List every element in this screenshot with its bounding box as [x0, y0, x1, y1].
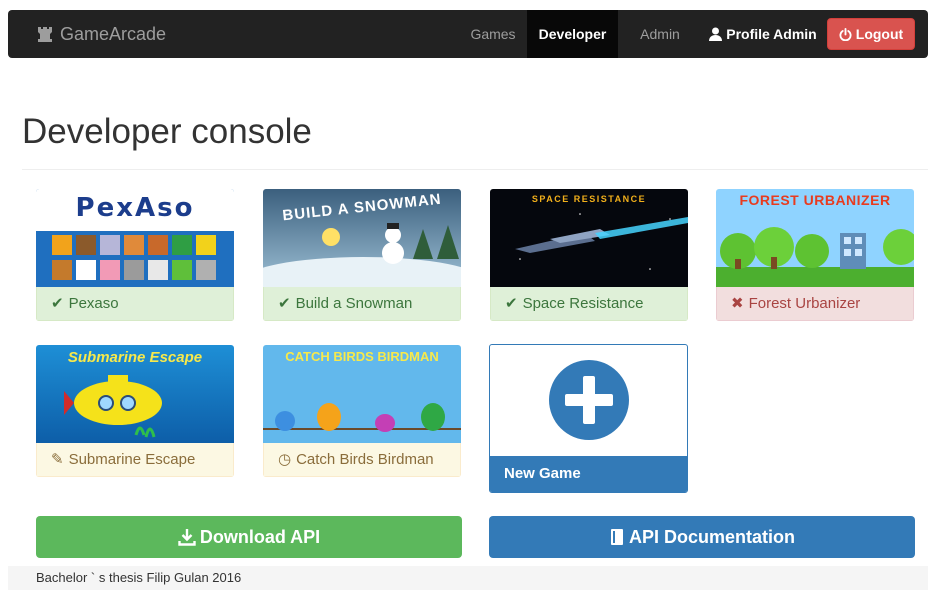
- download-api-button[interactable]: Download API: [36, 516, 462, 558]
- thumbnail-title: PexAso: [75, 193, 195, 223]
- game-caption: ◷ Catch Birds Birdman: [263, 443, 461, 477]
- game-caption: ✔ Space Resistance: [490, 287, 688, 321]
- check-icon: ✔: [278, 295, 291, 312]
- game-tile-forest-urbanizer[interactable]: FOREST URBANIZER ✖ Forest Urbanizer: [716, 189, 914, 321]
- game-tile-space-resistance[interactable]: SPACE RESISTANCE ✔ Space Resistance: [490, 189, 688, 321]
- header-divider: [22, 169, 928, 170]
- game-caption: ✖ Forest Urbanizer: [716, 287, 914, 321]
- game-caption: ✔ Build a Snowman: [263, 287, 461, 321]
- game-name: Submarine Escape: [68, 451, 196, 468]
- submarine-graphic: [64, 375, 162, 438]
- game-name: Space Resistance: [522, 295, 644, 312]
- page-title: Developer console: [22, 112, 312, 151]
- navbar: GameArcade Games Developer Admin Profile…: [8, 10, 928, 58]
- game-thumbnail: Submarine Escape: [36, 345, 234, 443]
- game-thumbnail: BUILD A SNOWMAN: [263, 189, 461, 287]
- brand-link[interactable]: GameArcade: [36, 10, 166, 58]
- game-thumbnail: CATCH BIRDS BIRDMAN: [263, 345, 461, 443]
- game-tile-pexaso[interactable]: PexAso ✔ Pexaso: [36, 189, 234, 321]
- plus-icon: [549, 360, 629, 440]
- logout-label: Logout: [855, 26, 904, 42]
- brand-name: GameArcade: [60, 23, 167, 44]
- game-name: Forest Urbanizer: [748, 295, 861, 312]
- game-thumbnail: PexAso: [36, 189, 234, 287]
- clock-icon: ◷: [278, 451, 292, 468]
- check-icon: ✔: [51, 295, 64, 312]
- game-tile-submarine-escape[interactable]: Submarine Escape ✎ Submarine Escape: [36, 345, 234, 477]
- footer: Bachelor ` s thesis Filip Gulan 2016: [8, 566, 928, 590]
- download-icon: [178, 529, 196, 546]
- birds-graphic: [263, 403, 461, 432]
- snowman-scene-graphic: [263, 223, 461, 287]
- nav-games[interactable]: Games: [453, 10, 533, 58]
- game-thumbnail: FOREST URBANIZER: [716, 189, 914, 287]
- download-api-label: Download API: [199, 526, 321, 547]
- nav-developer[interactable]: Developer: [527, 10, 618, 58]
- game-thumbnail: SPACE RESISTANCE: [490, 189, 688, 287]
- new-game-tile[interactable]: New Game: [489, 344, 688, 493]
- user-icon: [709, 27, 723, 41]
- animal-cards-graphic: [52, 235, 216, 280]
- power-icon: [839, 27, 852, 41]
- nav-admin[interactable]: Admin: [620, 10, 700, 58]
- spaceship-graphic: [515, 213, 688, 270]
- forest-scene-graphic: [716, 227, 914, 287]
- cross-icon: ✖: [731, 295, 744, 312]
- game-caption: ✔ Pexaso: [36, 287, 234, 321]
- api-documentation-label: API Documentation: [628, 526, 795, 547]
- logout-button[interactable]: Logout: [827, 18, 915, 50]
- book-icon: [610, 529, 623, 545]
- game-name: Build a Snowman: [295, 295, 413, 312]
- rook-icon: [38, 27, 52, 42]
- new-game-label: New Game: [490, 456, 687, 492]
- footer-text: Bachelor ` s thesis Filip Gulan 2016: [36, 570, 242, 585]
- game-caption: ✎ Submarine Escape: [36, 443, 234, 477]
- pencil-icon: ✎: [51, 451, 64, 468]
- nav-profile[interactable]: Profile Admin: [703, 10, 823, 58]
- api-documentation-button[interactable]: API Documentation: [489, 516, 915, 558]
- profile-label: Profile Admin: [726, 26, 817, 42]
- game-tile-build-a-snowman[interactable]: BUILD A SNOWMAN ✔ Build a Snowman: [263, 189, 461, 321]
- check-icon: ✔: [505, 295, 518, 312]
- game-tile-catch-birds-birdman[interactable]: CATCH BIRDS BIRDMAN ◷ Catch Birds Birdman: [263, 345, 461, 477]
- game-name: Catch Birds Birdman: [296, 451, 434, 468]
- game-name: Pexaso: [68, 295, 119, 312]
